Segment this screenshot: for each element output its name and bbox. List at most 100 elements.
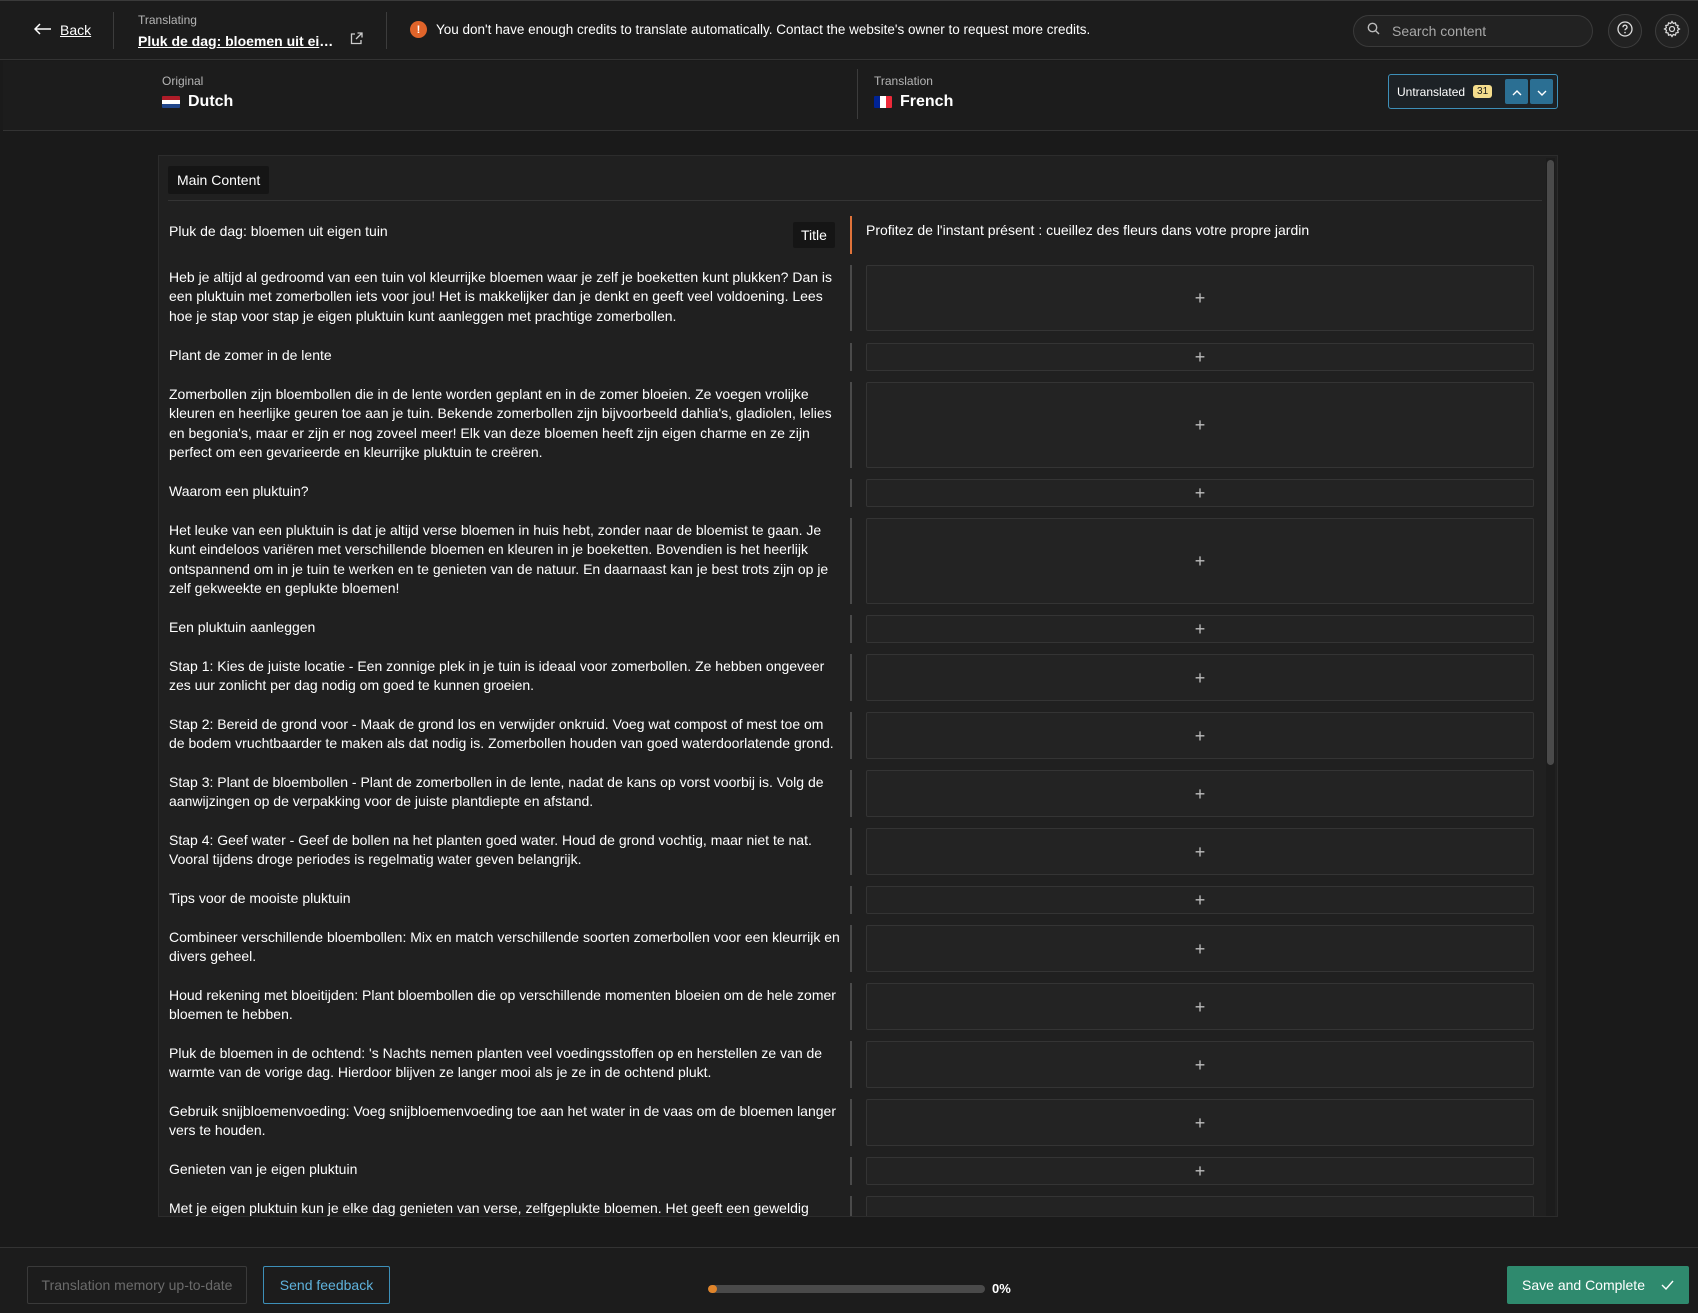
search-input[interactable] [1392,23,1582,39]
title-tag: Title [793,222,835,248]
plus-icon: + [1194,619,1206,639]
netherlands-flag-icon [162,96,180,108]
row-divider [850,479,852,507]
row-divider [850,518,852,604]
translation-input[interactable]: + [866,712,1534,759]
previous-untranslated-button[interactable] [1505,79,1528,104]
plus-icon: + [1194,1054,1206,1075]
translating-label: Translating [138,13,197,27]
translation-input[interactable]: + [866,518,1534,604]
check-icon [1661,1277,1674,1293]
translation-input[interactable]: + [866,265,1534,331]
translation-input[interactable]: + [866,1157,1534,1185]
help-button[interactable] [1608,14,1642,48]
search-icon [1367,22,1380,40]
translation-memory-button[interactable]: Translation memory up-to-date [27,1266,247,1304]
exclamation-icon: ! [410,21,427,38]
chevron-up-icon [1512,85,1522,99]
source-text: Pluk de dag: bloemen uit eigen tuin [169,223,388,239]
next-untranslated-button[interactable] [1530,79,1553,104]
chevron-down-icon [1537,85,1547,99]
credits-warning: ! You don't have enough credits to trans… [410,21,1090,38]
content-panel: Main Content Pluk de dag: bloemen uit ei… [158,155,1558,1217]
plus-icon: + [1194,1161,1206,1181]
row-divider [850,925,852,972]
source-text: Het leuke van een pluktuin is dat je alt… [169,522,829,597]
original-language-name: Dutch [188,93,234,110]
row-divider [850,886,852,914]
save-label: Save and Complete [1522,1277,1645,1293]
translation-input[interactable]: + [866,615,1534,643]
progress-fill [708,1284,717,1293]
source-text: Plant de zomer in de lente [169,347,332,363]
send-feedback-button[interactable]: Send feedback [263,1266,390,1304]
plus-icon: + [1194,1112,1206,1133]
plus-icon: + [1194,938,1206,959]
source-text: Zomerbollen zijn bloembollen die in de l… [169,386,832,461]
source-text: Stap 4: Geef water - Geef de bollen na h… [169,832,812,868]
translation-input[interactable]: + [866,886,1534,914]
source-text: Gebruik snijbloemenvoeding: Voeg snijblo… [169,1103,836,1139]
row-divider [850,654,852,701]
plus-icon: + [1194,667,1206,688]
translation-language-name: French [900,93,954,110]
row-divider [850,1196,852,1216]
scrollbar-thumb[interactable] [1547,160,1554,765]
plus-icon: + [1194,288,1206,308]
language-bar: Original Dutch Translation French Untran… [3,61,1698,131]
external-link-icon[interactable] [350,32,363,50]
row-divider [850,1041,852,1088]
row-divider [850,983,852,1030]
untranslated-filter[interactable]: Untranslated 31 [1388,74,1558,109]
source-text: Houd rekening met bloeitijden: Plant blo… [169,987,836,1023]
translation-input[interactable]: + [866,983,1534,1030]
plus-icon: + [1194,996,1206,1017]
translation-input[interactable]: + [866,343,1534,371]
credits-warning-text: You don't have enough credits to transla… [436,22,1091,37]
save-and-complete-button[interactable]: Save and Complete [1507,1266,1689,1304]
divider [386,12,387,49]
translation-input[interactable]: + [866,382,1534,468]
section-label: Main Content [168,166,270,194]
top-bar: Back Translating Pluk de dag: bloemen ui… [0,0,1698,60]
source-text: Tips voor de mooiste pluktuin [169,890,351,906]
divider [113,12,114,49]
plus-icon: + [1194,415,1206,435]
translation-input[interactable]: + [866,479,1534,507]
translation-input[interactable]: + [866,1041,1534,1088]
search-box [1353,15,1593,47]
translation-input[interactable]: + [866,925,1534,972]
gear-icon [1663,19,1681,43]
document-title-link[interactable]: Pluk de dag: bloemen uit eige... [138,33,338,49]
source-text: Genieten van je eigen pluktuin [169,1161,358,1177]
back-button[interactable]: Back [33,20,92,40]
plus-icon: + [1194,841,1206,862]
progress-bar [708,1284,985,1293]
row-divider [850,828,852,875]
source-text: Een pluktuin aanleggen [169,619,316,635]
translation-input[interactable]: + [866,1099,1534,1146]
source-text: Combineer verschillende bloembollen: Mix… [169,929,840,965]
row-divider [850,1099,852,1146]
back-label: Back [60,22,92,38]
translation-input[interactable] [866,1196,1534,1216]
source-text: Heb je altijd al gedroomd van een tuin v… [169,269,833,324]
source-text: Waarom een pluktuin? [169,483,309,499]
row-divider [850,615,852,643]
translation-language: Translation French [874,74,953,111]
settings-button[interactable] [1655,14,1689,48]
plus-icon: + [1194,551,1206,571]
translation-input[interactable]: + [866,654,1534,701]
row-divider [850,343,852,371]
row-divider [850,382,852,468]
row-divider [850,265,852,331]
title-translation[interactable]: Profitez de l'instant présent : cueillez… [866,222,1309,238]
translation-input[interactable]: + [866,828,1534,875]
arrow-left-icon [33,22,52,38]
translation-input[interactable]: + [866,770,1534,817]
divider [857,69,858,119]
question-circle-icon [1617,20,1633,42]
plus-icon: + [1194,347,1206,367]
plus-icon: + [1194,483,1206,503]
plus-icon: + [1194,783,1206,804]
